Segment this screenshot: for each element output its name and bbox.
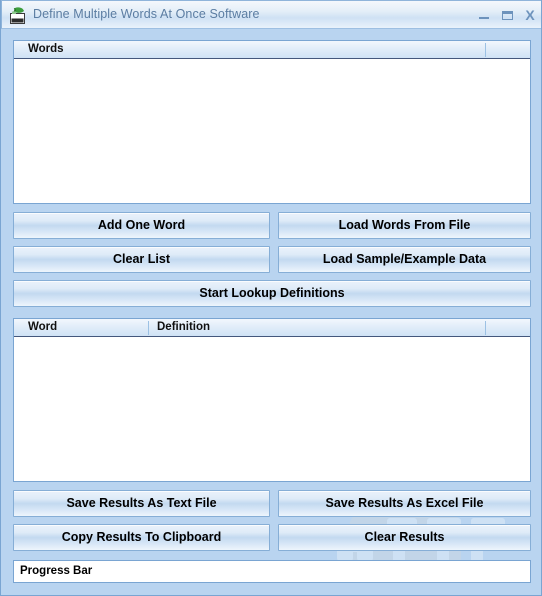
save-results-as-text-file-button[interactable]: Save Results As Text File xyxy=(13,490,270,517)
start-lookup-definitions-button[interactable]: Start Lookup Definitions xyxy=(13,280,531,307)
save-results-as-text-file-label: Save Results As Text File xyxy=(66,496,217,510)
minimize-icon xyxy=(479,17,489,19)
results-listview[interactable]: Word Definition xyxy=(13,318,531,482)
load-words-from-file-label: Load Words From File xyxy=(338,218,471,232)
save-results-as-excel-file-label: Save Results As Excel File xyxy=(325,496,484,510)
application-window: Define Multiple Words At Once Software X… xyxy=(0,0,542,596)
results-listview-header: Word Definition xyxy=(14,319,530,337)
window-title: Define Multiple Words At Once Software xyxy=(33,7,260,21)
title-bar[interactable]: Define Multiple Words At Once Software X xyxy=(1,0,541,29)
clear-results-button[interactable]: Clear Results xyxy=(278,524,531,551)
clear-list-label: Clear List xyxy=(113,252,170,266)
minimize-button[interactable] xyxy=(474,6,494,24)
column-divider-definition[interactable] xyxy=(485,321,486,335)
add-one-word-button[interactable]: Add One Word xyxy=(13,212,270,239)
dictionary-icon xyxy=(10,7,25,24)
progress-bar-label: Progress Bar xyxy=(20,565,93,577)
column-header-words[interactable]: Words xyxy=(28,43,64,55)
column-header-definition[interactable]: Definition xyxy=(157,321,210,333)
words-listview-body[interactable] xyxy=(14,60,530,203)
column-divider[interactable] xyxy=(485,43,486,57)
add-one-word-label: Add One Word xyxy=(97,218,186,232)
load-sample-example-data-label: Load Sample/Example Data xyxy=(322,252,487,266)
copy-results-to-clipboard-label: Copy Results To Clipboard xyxy=(61,530,222,544)
load-sample-example-data-button[interactable]: Load Sample/Example Data xyxy=(278,246,531,273)
column-divider-word[interactable] xyxy=(148,321,149,335)
progress-bar: Progress Bar xyxy=(13,560,531,583)
maximize-button[interactable] xyxy=(497,6,517,24)
close-button[interactable]: X xyxy=(520,6,540,24)
column-header-word[interactable]: Word xyxy=(28,321,57,333)
copy-results-to-clipboard-button[interactable]: Copy Results To Clipboard xyxy=(13,524,270,551)
clear-list-button[interactable]: Clear List xyxy=(13,246,270,273)
words-listview-header: Words xyxy=(14,41,530,59)
maximize-icon xyxy=(502,11,513,20)
words-listview[interactable]: Words xyxy=(13,40,531,204)
start-lookup-definitions-label: Start Lookup Definitions xyxy=(199,286,345,300)
clear-results-label: Clear Results xyxy=(364,530,445,544)
results-listview-body[interactable] xyxy=(14,338,530,481)
load-words-from-file-button[interactable]: Load Words From File xyxy=(278,212,531,239)
save-results-as-excel-file-button[interactable]: Save Results As Excel File xyxy=(278,490,531,517)
